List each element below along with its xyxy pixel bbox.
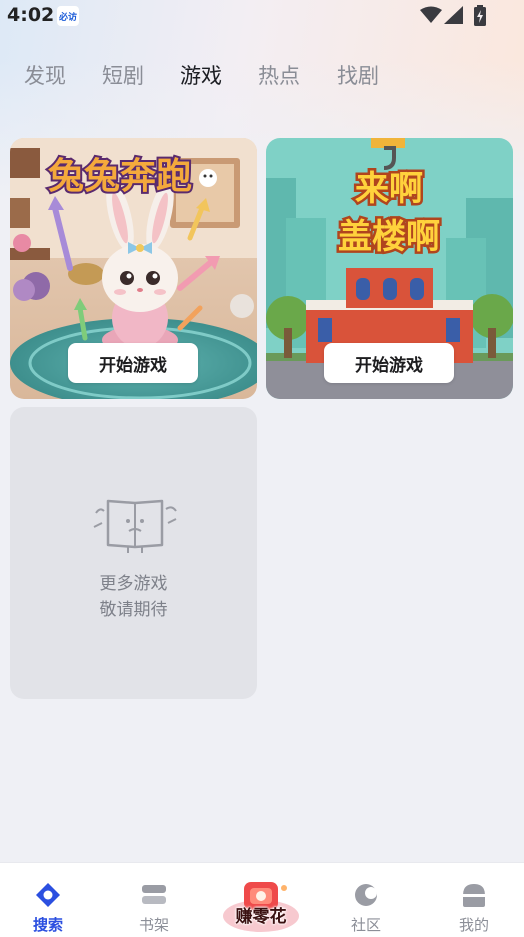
category-tabs: 发现 短剧 游戏 热点 找剧 — [0, 60, 524, 96]
start-game-button[interactable]: 开始游戏 — [68, 343, 198, 383]
svg-text:来啊: 来啊 — [355, 169, 423, 209]
signal-icon — [444, 6, 463, 24]
more-games-text: 更多游戏 — [99, 574, 168, 594]
coming-soon-text: 敬请期待 — [99, 600, 168, 620]
svg-text:盖楼啊: 盖楼啊 — [338, 217, 440, 257]
status-bar: 4:02 必访 — [0, 0, 524, 34]
tab-short-drama[interactable]: 短剧 — [102, 60, 144, 90]
battery-icon — [474, 5, 486, 26]
tab-find-drama[interactable]: 找剧 — [337, 60, 379, 90]
profile-icon — [463, 884, 485, 907]
start-game-button[interactable]: 开始游戏 — [324, 343, 454, 383]
nav-bookshelf-label: 书架 — [138, 916, 169, 934]
tab-games[interactable]: 游戏 — [180, 60, 222, 90]
wifi-icon — [420, 6, 442, 23]
search-icon — [36, 883, 60, 907]
svg-text:兔兔奔跑: 兔兔奔跑 — [48, 156, 192, 197]
nav-mine-label: 我的 — [458, 916, 489, 934]
status-time: 4:02 — [7, 4, 55, 26]
app-notification-icon: 必访 — [57, 6, 79, 26]
nav-search-label: 搜索 — [32, 916, 63, 934]
game-card-build-tower[interactable]: 来啊 盖楼啊 开始游戏 — [266, 138, 513, 399]
nav-community-label: 社区 — [350, 916, 381, 934]
game-card-bunny-run[interactable]: 兔兔奔跑 开始游戏 — [10, 138, 257, 399]
nav-community[interactable]: 社区 — [326, 863, 406, 937]
nav-search[interactable]: 搜索 — [8, 863, 88, 937]
tab-discover[interactable]: 发现 — [24, 60, 66, 90]
bookshelf-icon — [142, 885, 166, 904]
empty-book-icon — [93, 499, 177, 553]
nav-mine[interactable]: 我的 — [434, 863, 514, 937]
nav-bookshelf[interactable]: 书架 — [114, 863, 194, 937]
nav-earn-label: 赚零花 — [235, 907, 287, 927]
nav-earn-pocket-money[interactable]: 赚零花 — [220, 880, 302, 932]
more-games-placeholder: 更多游戏 敬请期待 — [10, 407, 257, 699]
community-icon — [355, 884, 377, 906]
tab-hot[interactable]: 热点 — [258, 60, 300, 90]
